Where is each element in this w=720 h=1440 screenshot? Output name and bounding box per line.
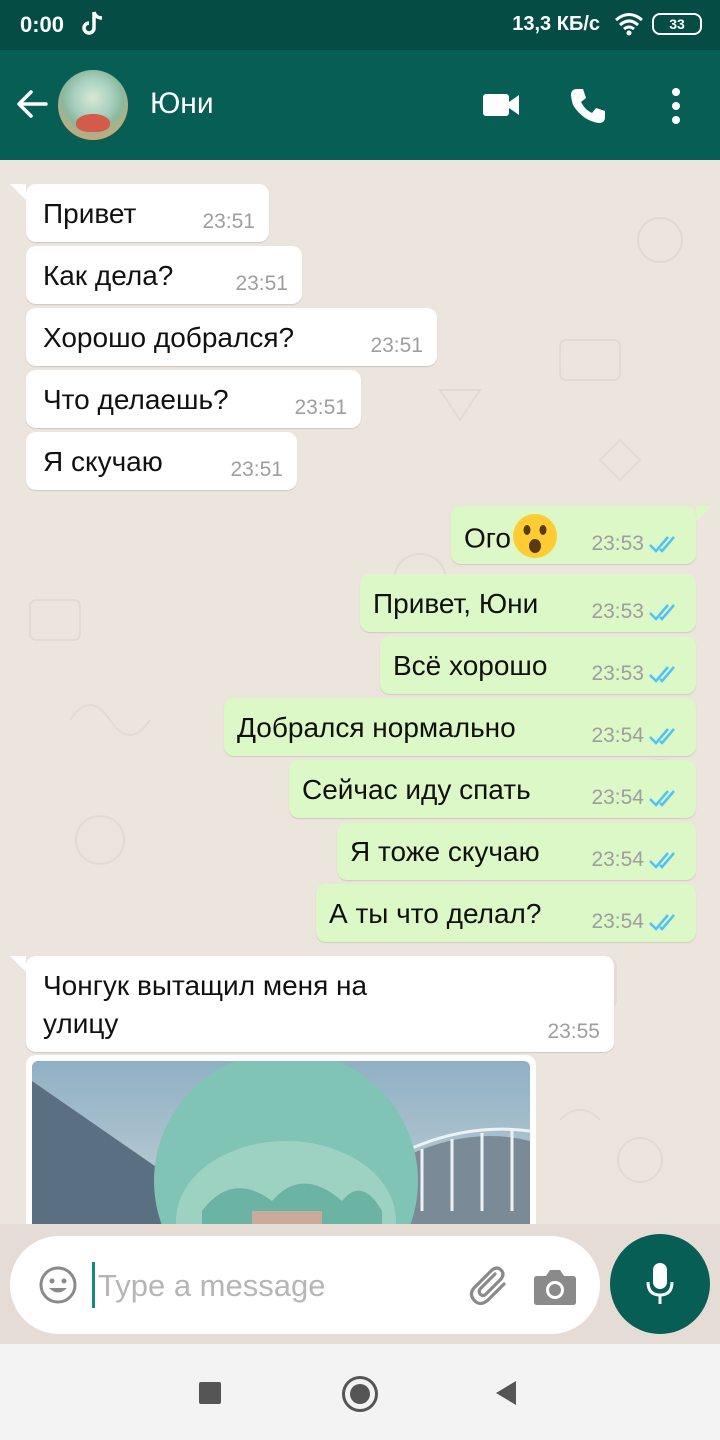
recent-apps-icon[interactable] [199,1382,221,1404]
microphone-icon [646,1263,674,1304]
message-time: 23:53 [591,532,644,555]
phone-call-icon[interactable] [568,86,608,126]
message-incoming[interactable]: Как дела? 23:51 [26,246,302,304]
message-time: 23:51 [370,334,423,357]
message-time: 23:54 [591,786,644,809]
message-outgoing[interactable]: Привет, Юни 23:53 [360,574,696,632]
message-text: Сейчас иду спать [302,774,531,805]
status-bar: 0:00 13,3 КБ/с 33 [0,0,720,50]
astonished-face-icon [512,514,557,558]
video-call-icon[interactable] [482,90,520,120]
message-time: 23:53 [591,662,644,685]
photo-thumbnail[interactable] [32,1051,531,1224]
message-outgoing[interactable]: А ты что делал? 23:54 [316,884,696,942]
message-text: Что делаешь? [43,384,229,415]
message-text: Привет [43,198,137,229]
message-time: 23:54 [591,724,644,747]
message-outgoing[interactable]: Я тоже скучаю 23:54 [337,822,696,880]
message-time: 23:51 [235,272,288,295]
chat-area[interactable]: Привет 23:51 Как дела? 23:51 Хорошо добр… [0,160,720,1224]
message-time: 23:53 [591,600,644,623]
read-ticks-icon [649,914,675,931]
message-outgoing[interactable]: Ого 23:53 [451,506,696,564]
message-text: Я тоже скучаю [350,836,540,867]
read-ticks-icon [649,790,675,807]
message-outgoing[interactable]: Добрался нормально 23:54 [224,698,696,756]
message-incoming[interactable]: Хорошо добрался? 23:51 [26,308,437,366]
read-ticks-icon [649,536,675,553]
back-arrow-icon[interactable] [14,86,50,122]
message-incoming[interactable]: Что делаешь? 23:51 [26,370,361,428]
message-time: 23:51 [202,210,255,233]
bubble-tail [696,506,712,522]
read-ticks-icon [649,666,675,683]
wifi-icon [615,13,643,36]
camera-icon[interactable] [533,1268,577,1306]
system-navigation-bar [0,1344,720,1440]
message-time: 23:51 [294,396,347,419]
message-text: Всё хорошо [393,650,548,681]
text-cursor [92,1262,95,1308]
tiktok-icon [82,11,103,35]
message-time: 23:51 [230,458,283,481]
contact-avatar[interactable] [58,70,128,140]
message-outgoing[interactable]: Сейчас иду спать 23:54 [289,760,696,818]
message-text: А ты что делал? [329,898,542,929]
message-incoming[interactable]: Привет 23:51 [26,184,269,242]
message-time: 23:55 [547,1020,600,1043]
chat-header: Юни [0,50,720,160]
message-input[interactable] [98,1266,438,1306]
message-time: 23:54 [591,848,644,871]
read-ticks-icon [649,604,675,621]
home-icon[interactable] [342,1376,378,1412]
bubble-tail [10,956,26,972]
read-ticks-icon [649,852,675,869]
message-outgoing[interactable]: Всё хорошо 23:53 [380,636,696,694]
status-time: 0:00 [20,12,65,37]
bubble-tail [10,184,26,200]
message-text-line-2: улицу [43,1008,119,1039]
message-time: 23:54 [591,910,644,933]
message-text: Как дела? [43,260,174,291]
battery-indicator: 33 [652,13,702,35]
message-composer[interactable] [10,1236,600,1334]
emoji-icon[interactable] [38,1265,78,1305]
message-incoming[interactable]: Чонгук вытащил меня на улицу 23:55 [26,956,614,1052]
read-ticks-icon [649,728,675,745]
message-text: Ого [464,522,511,554]
paperclip-icon[interactable] [468,1264,510,1308]
message-text-line-1: Чонгук вытащил меня на [43,970,368,1001]
message-text: Хорошо добрался? [43,322,295,353]
voice-message-button[interactable] [610,1234,710,1334]
message-incoming[interactable]: Я скучаю 23:51 [26,432,297,490]
message-text: Я скучаю [43,446,163,477]
composer-row [0,1224,720,1344]
photo-message[interactable] [26,1051,536,1224]
network-speed: 13,3 КБ/с [512,13,600,35]
system-back-icon[interactable] [494,1380,518,1406]
message-text: Добрался нормально [237,712,516,743]
message-text: Привет, Юни [373,588,539,619]
contact-name[interactable]: Юни [150,87,214,121]
more-options-icon[interactable] [668,86,684,126]
